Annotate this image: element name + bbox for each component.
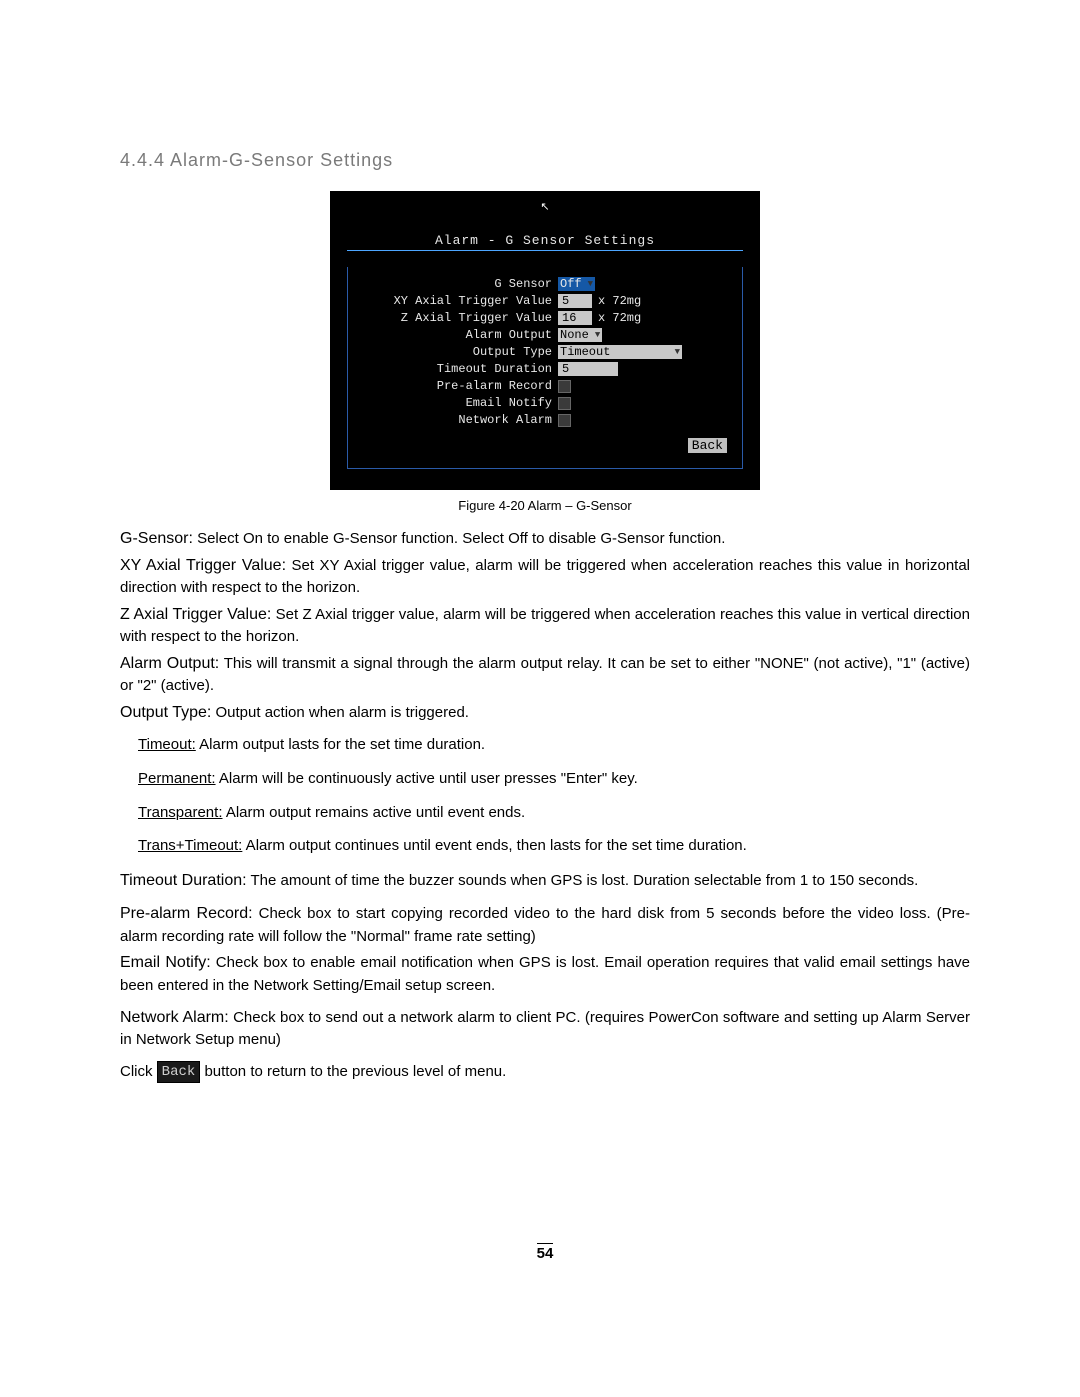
term-z: Z Axial Trigger Value: [120,606,271,623]
sub-permanent-term: Permanent: [138,770,216,787]
label-timeout-duration: Timeout Duration [354,362,558,376]
row-email-notify: Email Notify [354,396,736,410]
sub-timeout-text: Alarm output lasts for the set time dura… [196,736,485,753]
figure-caption: Figure 4-20 Alarm – G-Sensor [120,498,970,513]
row-alarm-output: Alarm Output None ▼ [354,328,736,342]
term-prealarm: Pre-alarm Record: [120,905,253,922]
label-output-type: Output Type [354,345,558,359]
row-xy-trigger: XY Axial Trigger Value 5 x 72mg [354,294,736,308]
xy-unit: x 72mg [598,294,641,308]
row-prealarm: Pre-alarm Record [354,379,736,393]
label-email-notify: Email Notify [354,396,558,410]
sub-timeout-term: Timeout: [138,736,196,753]
screenshot-title: Alarm - G Sensor Settings [337,233,753,250]
output-type-value: Timeout [560,345,610,359]
g-sensor-value: Off [560,277,582,291]
timeout-duration-input[interactable]: 5 [558,362,618,376]
output-type-select[interactable]: Timeout ▼ [558,345,682,359]
term-g-sensor: G-Sensor: [120,530,193,547]
sub-transparent-text: Alarm output remains active until event … [223,804,526,821]
xy-trigger-input[interactable]: 5 [558,294,592,308]
row-network-alarm: Network Alarm [354,413,736,427]
network-alarm-checkbox[interactable] [558,414,571,427]
section-heading: 4.4.4 Alarm-G-Sensor Settings [120,150,970,171]
back-button[interactable]: Back [687,437,728,454]
body-text: G-Sensor: Select On to enable G-Sensor f… [120,527,970,1083]
click-pre: Click [120,1063,157,1080]
label-xy-trigger: XY Axial Trigger Value [354,294,558,308]
desc-alarm-output: This will transmit a signal through the … [120,655,970,694]
chevron-down-icon: ▼ [595,330,600,340]
sub-transparent-term: Transparent: [138,804,223,821]
term-output-type: Output Type: [120,704,211,721]
chevron-down-icon: ▼ [588,279,593,289]
sub-permanent-text: Alarm will be continuously active until … [216,770,638,787]
row-timeout-duration: Timeout Duration 5 [354,362,736,376]
label-alarm-output: Alarm Output [354,328,558,342]
desc-output-type: Output action when alarm is triggered. [211,704,469,721]
alarm-output-select[interactable]: None ▼ [558,328,602,342]
term-timeout-duration: Timeout Duration: [120,872,247,889]
row-g-sensor: G Sensor Off ▼ [354,277,736,291]
z-trigger-input[interactable]: 16 [558,311,592,325]
row-output-type: Output Type Timeout ▼ [354,345,736,359]
email-notify-checkbox[interactable] [558,397,571,410]
chevron-down-icon: ▼ [675,347,680,357]
g-sensor-select[interactable]: Off ▼ [558,277,595,291]
desc-g-sensor: Select On to enable G-Sensor function. S… [193,530,726,547]
term-email-notify: Email Notify: [120,954,211,971]
desc-timeout-duration: The amount of time the buzzer sounds whe… [247,872,919,889]
label-network-alarm: Network Alarm [354,413,558,427]
cursor-icon: ↖ [337,200,753,213]
desc-network-alarm: Check box to send out a network alarm to… [120,1009,970,1048]
z-unit: x 72mg [598,311,641,325]
divider [347,250,743,251]
term-xy: XY Axial Trigger Value: [120,557,286,574]
label-z-trigger: Z Axial Trigger Value [354,311,558,325]
inline-back-button: Back [157,1061,201,1083]
desc-email-notify: Check box to enable email notification w… [120,954,970,993]
term-network-alarm: Network Alarm: [120,1009,229,1026]
label-g-sensor: G Sensor [354,277,558,291]
page-number: 54 [537,1243,554,1262]
sub-transtimeout-term: Trans+Timeout: [138,837,242,854]
sub-transtimeout-text: Alarm output continues until event ends,… [242,837,746,854]
screenshot-panel: ↖ Alarm - G Sensor Settings G Sensor Off… [330,191,760,490]
click-post: button to return to the previous level o… [200,1063,506,1080]
alarm-output-value: None [560,328,589,342]
output-type-sublist: Timeout: Alarm output lasts for the set … [120,734,970,857]
form-area: G Sensor Off ▼ XY Axial Trigger Value 5 … [347,267,743,469]
term-alarm-output: Alarm Output: [120,655,219,672]
prealarm-checkbox[interactable] [558,380,571,393]
row-z-trigger: Z Axial Trigger Value 16 x 72mg [354,311,736,325]
label-prealarm: Pre-alarm Record [354,379,558,393]
